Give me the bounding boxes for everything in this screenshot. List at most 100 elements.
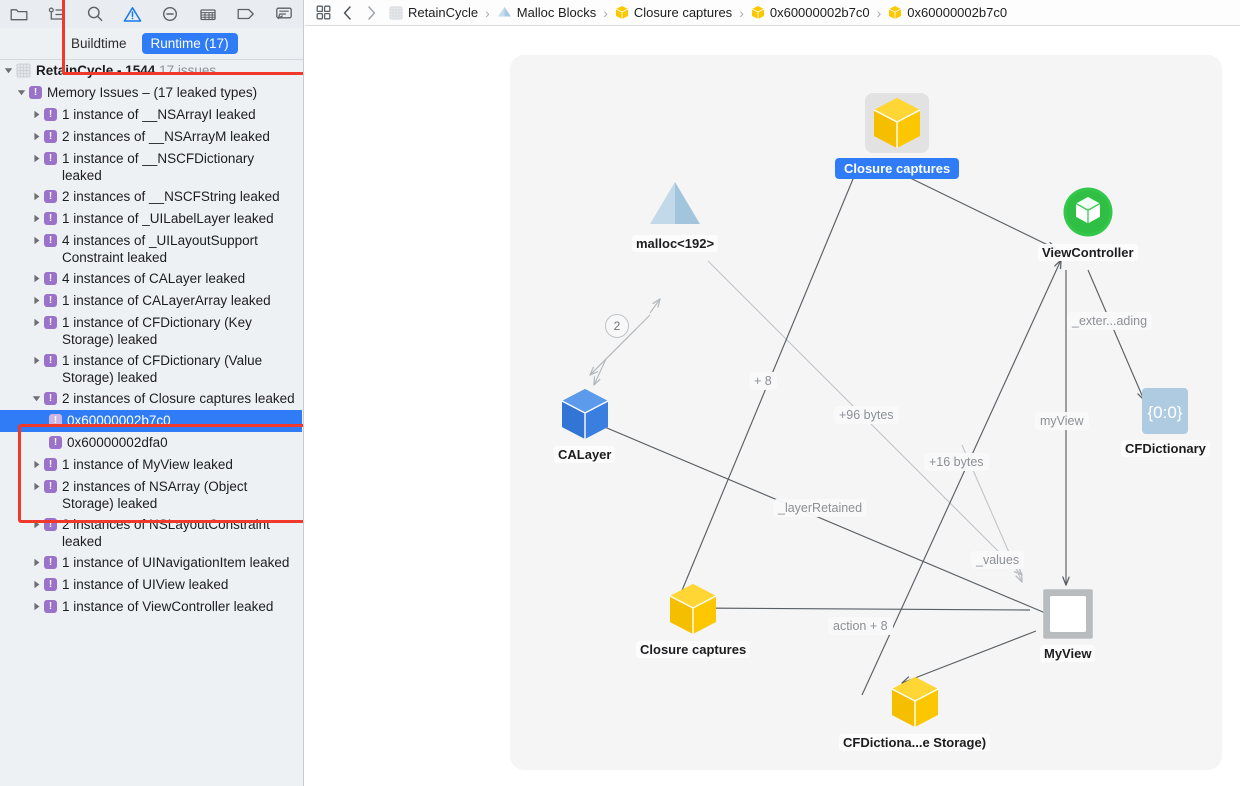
edge-label-myview: myView (1035, 412, 1089, 430)
folder-icon[interactable] (0, 0, 38, 28)
disclosure-triangle-closed[interactable] (30, 478, 43, 495)
disclosure-triangle-closed[interactable] (30, 210, 43, 227)
disclosure-triangle-closed[interactable] (30, 106, 43, 123)
tree-type-row[interactable]: !2 instances of NSLayoutConstraint leake… (0, 514, 302, 552)
disclosure-triangle-open[interactable] (2, 62, 15, 79)
breadcrumb-item-closure-captures[interactable]: Closure captures (615, 5, 732, 20)
disclosure-triangle-closed[interactable] (30, 598, 43, 615)
disclosure-triangle-closed[interactable] (30, 314, 43, 331)
memory-graph-canvas[interactable]: Closure captures malloc<192> (510, 55, 1222, 770)
tree-item-label: 1 instance of __NSCFDictionary leaked (62, 150, 296, 184)
tree-item-label: 2 instances of NSArray (Object Storage) … (62, 478, 296, 512)
graph-node-label: ViewController (1038, 244, 1138, 261)
graph-node-cfdictionary[interactable]: {0:0} CFDictionary (1121, 387, 1210, 457)
project-icon (389, 6, 403, 20)
tree-type-row[interactable]: !1 instance of UINavigationItem leaked (0, 552, 302, 574)
gray-frame-icon (1042, 588, 1094, 640)
tree-type-row[interactable]: !2 instances of __NSCFString leaked (0, 186, 302, 208)
issue-badge-icon: ! (44, 272, 57, 285)
tree-type-row[interactable]: !1 instance of ViewController leaked (0, 596, 302, 618)
tree-type-row[interactable]: !4 instances of _UILayoutSupport Constra… (0, 230, 302, 268)
debug-grid-icon[interactable] (189, 0, 227, 28)
tree-item-label: 0x60000002dfa0 (67, 434, 296, 451)
disclosure-triangle-closed[interactable] (30, 352, 43, 369)
graph-node-closure-captures-top[interactable]: Closure captures (835, 93, 959, 179)
disclosure-triangle-closed[interactable] (30, 188, 43, 205)
navigator-tab-bar: Buildtime Runtime (17) (0, 28, 303, 60)
tree-group-memory-issues[interactable]: ! Memory Issues – (17 leaked types) (0, 82, 302, 104)
tree-type-row[interactable]: !2 instances of __NSArrayM leaked (0, 126, 302, 148)
root-title-text: RetainCycle - 1544 (36, 63, 155, 78)
graph-node-label: MyView (1040, 645, 1095, 662)
tree-type-row[interactable]: !1 instance of MyView leaked (0, 454, 302, 476)
issue-badge-icon: ! (44, 578, 57, 591)
tree-type-row[interactable]: !1 instance of CALayerArray leaked (0, 290, 302, 312)
source-control-icon[interactable] (38, 0, 76, 28)
issue-tree: RetainCycle - 1544 17 issues ! Memory Is… (0, 60, 302, 786)
graph-node-closure-captures-bottom[interactable]: Closure captures (636, 582, 750, 658)
edge-label-plus-8: + 8 (749, 372, 777, 390)
edge-label-values: _values (971, 551, 1024, 569)
breadcrumb-item-address-2[interactable]: 0x60000002b7c0 (888, 5, 1007, 20)
disclosure-triangle-closed[interactable] (30, 576, 43, 593)
disclosure-triangle-closed[interactable] (30, 516, 43, 533)
disclosure-triangle-closed[interactable] (30, 456, 43, 473)
graph-node-label: Closure captures (636, 641, 750, 658)
tree-type-row[interactable]: !1 instance of __NSArrayI leaked (0, 104, 302, 126)
disclosure-triangle-closed[interactable] (30, 150, 43, 167)
disclosure-triangle-closed[interactable] (30, 232, 43, 249)
search-icon[interactable] (76, 0, 114, 28)
breadcrumb-item-project[interactable]: RetainCycle (389, 5, 478, 20)
breadcrumb-forward-button[interactable] (359, 0, 383, 26)
tree-type-row[interactable]: !1 instance of UIView leaked (0, 574, 302, 596)
green-cube-icon (1061, 185, 1115, 239)
graph-node-calayer[interactable]: CALayer (554, 387, 615, 463)
tree-type-row[interactable]: !1 instance of _UILabelLayer leaked (0, 208, 302, 230)
breakpoint-tag-icon[interactable] (227, 0, 265, 28)
tree-root-retaincycle[interactable]: RetainCycle - 1544 17 issues (0, 60, 302, 82)
graph-node-label: CFDictionary (1121, 440, 1210, 457)
graph-node-myview[interactable]: MyView (1040, 588, 1095, 662)
tree-item-label: 1 instance of UINavigationItem leaked (62, 554, 296, 571)
tab-buildtime[interactable]: Buildtime (62, 33, 136, 54)
issue-badge-icon: ! (44, 294, 57, 307)
tree-type-row[interactable]: !1 instance of CFDictionary (Value Stora… (0, 350, 302, 388)
tree-item-label: 1 instance of _UILabelLayer leaked (62, 210, 296, 227)
tree-type-row[interactable]: !1 instance of CFDictionary (Key Storage… (0, 312, 302, 350)
tree-type-row[interactable]: ! 4 instances of CALayer leaked (0, 268, 302, 290)
disclosure-triangle-closed[interactable] (30, 270, 43, 287)
edge-label-plus-16-bytes: +16 bytes (924, 453, 989, 471)
issue-badge-icon: ! (44, 458, 57, 471)
breadcrumb-label: 0x60000002b7c0 (770, 5, 870, 20)
graph-node-cfdictionary-storage[interactable]: CFDictiona...e Storage) (839, 675, 990, 751)
report-comment-icon[interactable] (265, 0, 303, 28)
issue-badge-icon: ! (44, 234, 57, 247)
disclosure-triangle-closed[interactable] (30, 292, 43, 309)
tree-type-row[interactable]: !2 instances of Closure captures leaked (0, 388, 302, 410)
tree-instance-row[interactable]: !0x60000002b7c0 (0, 410, 302, 432)
disclosure-triangle-open[interactable] (15, 84, 28, 101)
graph-node-malloc192[interactable]: malloc<192> (632, 180, 718, 252)
test-icon[interactable] (152, 0, 190, 28)
tree-instance-row[interactable]: !0x60000002dfa0 (0, 432, 302, 454)
disclosure-triangle-open[interactable] (30, 390, 43, 407)
tree-item-list: !1 instance of __NSArrayI leaked!2 insta… (0, 104, 302, 618)
yellow-cube-icon (751, 5, 765, 20)
issue-badge-icon: ! (29, 86, 42, 99)
issue-badge-icon: ! (44, 480, 57, 493)
jump-bar-grid-icon[interactable] (311, 0, 335, 26)
navigator-toolbar (0, 0, 303, 29)
breadcrumb-back-button[interactable] (335, 0, 359, 26)
breadcrumb-item-malloc-blocks[interactable]: Malloc Blocks (497, 5, 596, 20)
tree-item-label: 2 instances of __NSArrayM leaked (62, 128, 296, 145)
breadcrumb-item-address-1[interactable]: 0x60000002b7c0 (751, 5, 870, 20)
tree-type-row[interactable]: ! 2 instances of NSArray (Object Storage)… (0, 476, 302, 514)
graph-node-viewcontroller[interactable]: ViewController (1038, 185, 1138, 261)
breadcrumb: RetainCycle › Malloc Blocks › (305, 0, 1240, 26)
tree-item-label: 4 instances of CALayer leaked (62, 270, 296, 287)
disclosure-triangle-closed[interactable] (30, 554, 43, 571)
tab-runtime[interactable]: Runtime (17) (142, 33, 238, 54)
tree-type-row[interactable]: !1 instance of __NSCFDictionary leaked (0, 148, 302, 186)
disclosure-triangle-closed[interactable] (30, 128, 43, 145)
issue-warning-icon[interactable] (114, 0, 152, 28)
